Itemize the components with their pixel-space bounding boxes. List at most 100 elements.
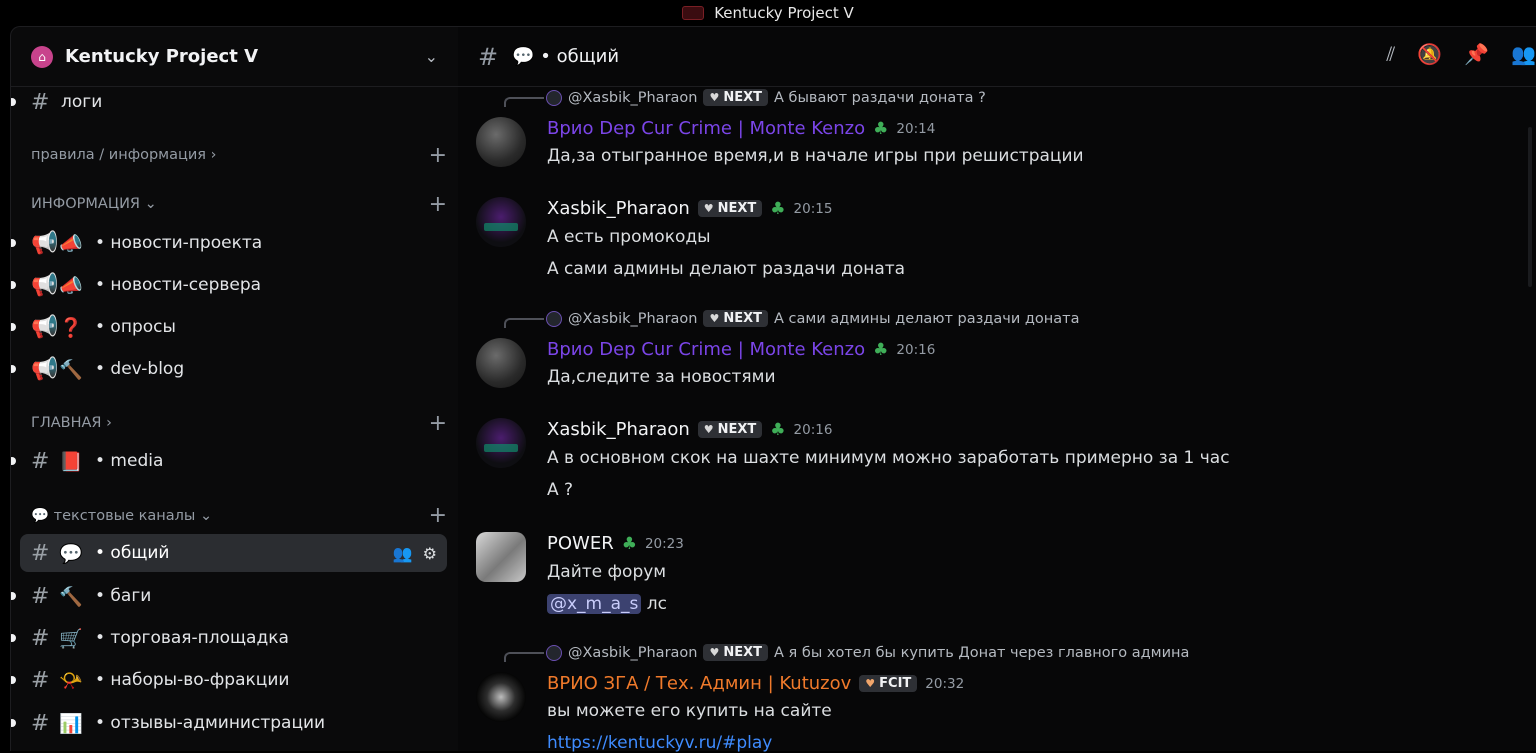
author-name[interactable]: ВРИО ЗГА / Тех. Админ | Kutuzov <box>547 673 851 694</box>
avatar <box>546 310 562 327</box>
avatar[interactable] <box>476 418 526 468</box>
role-tag-label: NEXT <box>723 90 763 105</box>
avatar[interactable] <box>476 672 526 722</box>
channel-label: • отзывы-администрации <box>95 713 326 733</box>
threads-icon[interactable]: ⫽ <box>1386 42 1395 66</box>
channel-emoji: 📣 <box>59 274 83 297</box>
category-main[interactable]: ГЛАВНАЯ › + <box>31 411 447 436</box>
reply-preview[interactable]: @Xasbik_Pharaon ♥ NEXT А бывают раздачи д… <box>546 89 986 106</box>
add-channel-icon[interactable]: + <box>429 503 447 528</box>
unread-indicator <box>11 365 16 373</box>
notifications-muted-icon[interactable]: 🔕 <box>1417 42 1442 66</box>
role-tag-label: NEXT <box>723 311 763 326</box>
add-channel-icon[interactable]: + <box>429 143 447 168</box>
reply-text: А сами админы делают раздачи доната <box>774 310 1080 327</box>
server-header[interactable]: ⌂ Kentucky Project V ⌄ <box>11 27 458 87</box>
reply-author: @Xasbik_Pharaon <box>568 89 698 106</box>
add-channel-icon[interactable]: + <box>429 411 447 436</box>
unread-indicator <box>11 98 16 106</box>
invite-members-icon[interactable]: 👥 <box>393 544 413 563</box>
reply-author: @Xasbik_Pharaon <box>568 644 698 661</box>
channel-sidebar: ⌂ Kentucky Project V ⌄ # логи правила / … <box>10 26 458 751</box>
channel-header: # 💬 • общий ⫽ 🔕 📌 👥 <box>458 27 1536 87</box>
channel-title: 💬 • общий <box>512 46 620 67</box>
unread-indicator <box>11 719 16 727</box>
avatar[interactable] <box>476 197 526 247</box>
role-tag-label: FCIT <box>879 676 912 691</box>
reply-connector <box>504 97 544 107</box>
clover-badge-icon: ♣ <box>770 198 786 219</box>
clover-badge-icon: ♣ <box>770 419 786 440</box>
gear-icon[interactable]: ⚙ <box>423 544 437 563</box>
category-info[interactable]: ИНФОРМАЦИЯ ⌄ + <box>31 192 447 217</box>
category-rules[interactable]: правила / информация › + <box>31 143 447 168</box>
unread-indicator <box>11 634 16 642</box>
channel-item-general[interactable]: # 💬 • общий 👥 ⚙ <box>20 534 447 572</box>
channel-label: • новости-проекта <box>95 233 263 253</box>
reply-preview[interactable]: @Xasbik_Pharaon ♥ NEXT А я бы хотел бы ку… <box>546 644 1189 661</box>
channel-item-marketplace[interactable]: # 🛒 • торговая-площадка <box>11 619 458 657</box>
channel-item-dev-blog[interactable]: 📢 🔨 • dev-blog <box>11 350 458 388</box>
announcement-icon: 📢 <box>31 272 59 298</box>
channel-emoji: 🛒 <box>59 627 83 650</box>
header-toolbar: ⫽ 🔕 📌 👥 <box>1386 42 1536 66</box>
role-tag: ♥ NEXT <box>697 421 763 438</box>
channel-item-media[interactable]: # 📕 • media <box>11 442 458 480</box>
timestamp: 20:32 <box>925 675 965 692</box>
channel-label: • новости-сервера <box>95 275 262 295</box>
avatar[interactable] <box>476 532 526 582</box>
channel-emoji: 📯 <box>59 669 83 692</box>
author-name[interactable]: POWER <box>547 533 614 554</box>
channel-label: • торговая-площадка <box>95 628 289 648</box>
chevron-down-icon[interactable]: ⌄ <box>425 47 438 66</box>
locked-hash-icon: # <box>31 89 50 115</box>
unread-indicator <box>11 323 16 331</box>
channel-item-polls[interactable]: 📢 ❓ • опросы <box>11 308 458 346</box>
heart-icon: ♥ <box>865 677 876 690</box>
author-name[interactable]: Xasbik_Pharaon <box>547 198 690 219</box>
add-channel-icon[interactable]: + <box>429 192 447 217</box>
channel-emoji: 📊 <box>59 712 83 735</box>
author-name[interactable]: Врио Dep Cur Crime | Monte Kenzo <box>547 118 865 139</box>
unread-indicator <box>11 281 16 289</box>
message-header: Xasbik_Pharaon ♥ NEXT ♣ 20:15 <box>547 198 832 219</box>
channel-actions: 👥 ⚙ <box>393 544 437 563</box>
announcement-icon: 📢 <box>31 314 59 340</box>
avatar[interactable] <box>476 117 526 167</box>
user-mention[interactable]: @x_m_a_s <box>547 594 642 614</box>
heart-icon: ♥ <box>703 423 714 436</box>
channel-label: • dev-blog <box>95 359 185 379</box>
channel-emoji: 📕 <box>59 450 83 473</box>
channel-item-server-news[interactable]: 📢 📣 • новости-сервера <box>11 266 458 304</box>
message-link[interactable]: https://kentuckyv.ru/#play <box>547 733 772 753</box>
announcement-icon: 📢 <box>31 230 59 256</box>
channel-item-admin-reviews[interactable]: # 📊 • отзывы-администрации <box>11 704 458 742</box>
channel-item-bugs[interactable]: # 🔨 • баги <box>11 577 458 615</box>
pin-icon[interactable]: 📌 <box>1464 42 1489 66</box>
author-name[interactable]: Врио Dep Cur Crime | Monte Kenzo <box>547 339 865 360</box>
message-text: Да,за отыгранное время,и в начале игры п… <box>547 146 1084 166</box>
message-text-rest: лс <box>641 594 668 614</box>
scrollbar[interactable] <box>1528 127 1532 287</box>
avatar[interactable] <box>476 338 526 388</box>
timestamp: 20:14 <box>896 120 936 137</box>
channel-item-faction-recruitment[interactable]: # 📯 • наборы-во-фракции <box>11 661 458 699</box>
category-text-channels[interactable]: 💬 текстовые каналы ⌄ + <box>31 503 447 528</box>
heart-icon: ♥ <box>709 91 720 104</box>
message-header: Врио Dep Cur Crime | Monte Kenzo ♣ 20:14 <box>547 118 935 139</box>
heart-icon: ♥ <box>709 312 720 325</box>
channel-label: • наборы-во-фракции <box>95 670 290 690</box>
timestamp: 20:23 <box>644 535 684 552</box>
reply-text: А бывают раздачи доната ? <box>774 89 986 106</box>
message-text: А есть промокоды <box>547 227 711 247</box>
message-header: Xasbik_Pharaon ♥ NEXT ♣ 20:16 <box>547 419 832 440</box>
channel-item-logs[interactable]: # логи <box>11 83 458 121</box>
channel-item-project-news[interactable]: 📢 📣 • новости-проекта <box>11 224 458 262</box>
heart-icon: ♥ <box>709 646 720 659</box>
message-text: А сами админы делают раздачи доната <box>547 259 906 279</box>
avatar <box>546 644 562 661</box>
author-name[interactable]: Xasbik_Pharaon <box>547 419 690 440</box>
reply-preview[interactable]: @Xasbik_Pharaon ♥ NEXT А сами админы дела… <box>546 310 1079 327</box>
member-list-icon[interactable]: 👥 <box>1511 42 1536 66</box>
category-label: правила / информация › <box>31 147 217 163</box>
